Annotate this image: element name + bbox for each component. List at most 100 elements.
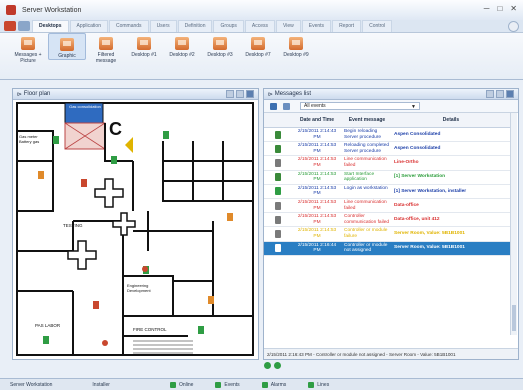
status-indicator[interactable]: Alarms [261,381,287,388]
pin-icon[interactable]: ⊳ [268,91,275,98]
event-filter-select[interactable]: All events ▼ [300,102,420,110]
panel-controls [226,90,254,98]
desktop-icon [137,37,151,50]
cell-event: Reloading completed Server procedure [344,143,390,154]
tab-report[interactable]: Report [332,20,362,32]
floor-plan-canvas[interactable]: C Gas consolidation Gas meter Battery ga… [13,101,258,359]
floor-plan-title: Floor plan [23,91,51,97]
status-ok-icon[interactable] [264,362,271,369]
ribbon-item-0[interactable]: Messages + Picture [10,33,46,64]
cell-date: 2/15/2011 2:14:53 PM [297,157,337,168]
status-text-left: Server Workstation [10,381,53,388]
status-dot-icon [215,381,222,388]
table-row[interactable]: 2/15/2011 2:14:53 PM Start Interface appl… [264,171,510,185]
maximize-icon[interactable]: □ [497,4,502,13]
plan-area-e: FIRE CONTROL [133,327,167,332]
row-icon-cell [264,199,292,212]
cell-event: Controller or module not assigned [344,242,388,254]
device-icon [275,201,281,210]
close-icon[interactable]: ✕ [510,4,517,13]
tab-groups[interactable]: Groups [213,20,244,32]
status-dot-icon [308,381,315,388]
table-row[interactable]: 2/15/2011 2:14:43 PM Begin reloading Serv… [264,128,510,143]
panel-max-icon[interactable] [496,90,504,98]
cell-date: 2/15/2011 2:14:53 PM [297,185,337,197]
app-icon [6,5,16,15]
status-left: Server Workstation [0,382,52,388]
table-row[interactable]: 2/15/2011 2:14:53 PM Line communication f… [264,199,510,214]
status-user: Installer [92,381,110,388]
tab-view[interactable]: View [276,20,301,32]
ribbon-item-6[interactable]: Desktop #7 [240,33,276,58]
column-header[interactable]: Details [392,113,510,127]
ribbon-item-5[interactable]: Desktop #3 [202,33,238,58]
app-menu-button[interactable] [4,21,16,31]
ribbon-item-label: Desktop #1 [131,52,157,58]
status-ok-icon[interactable] [274,362,281,369]
messages-table: Date and Time Event message Details 2/15/2… [264,113,510,256]
row-icon-cell [264,242,292,255]
column-header[interactable] [264,113,292,127]
status-indicator[interactable]: Lines [308,381,329,388]
panel-restore-icon[interactable] [486,90,494,98]
ribbon-item-2[interactable]: Filtered message [88,33,124,64]
ribbon-item-4[interactable]: Desktop #2 [164,33,200,58]
status-indicator[interactable]: Online [169,381,194,388]
refresh-icon[interactable] [270,102,277,110]
device-icon [275,215,281,224]
panel-close-icon[interactable] [246,90,254,98]
cell-date: 2/15/2011 2:14:53 PM [297,171,337,183]
ribbon-item-7[interactable]: Desktop #9 [278,33,314,58]
table-row[interactable]: 2/15/2011 2:14:53 PM Controller or module… [264,227,510,242]
table-row[interactable]: 2/15/2011 2:14:53 PM Login as workstation… [264,185,510,199]
table-row[interactable]: 2/15/2011 2:14:53 PM Reloading completed … [264,142,510,157]
tab-commands[interactable]: Commands [108,20,149,32]
desktop-icon [21,37,35,50]
help-icon[interactable] [508,21,519,32]
cell-date: 2/15/2011 2:14:53 PM [297,214,337,225]
panel-restore-icon[interactable] [226,90,234,98]
messages-title: Messages list [274,91,312,97]
panel-close-icon[interactable] [506,90,514,98]
message-status-line: 2/15/2011 2:16:43 PM - Controller or mod… [264,348,518,359]
ribbon-item-label: Desktop #9 [283,52,309,58]
status-indicator-label: Online [178,381,194,388]
column-header[interactable]: Event message [342,113,392,127]
panel-max-icon[interactable] [236,90,244,98]
minimize-icon[interactable]: ─ [484,4,490,13]
tab-users[interactable]: Users [149,20,177,32]
messages-scrollbar[interactable] [510,113,517,335]
pin-icon[interactable]: ⊳ [17,91,24,98]
tab-application[interactable]: Application [69,20,108,32]
messages-panel: ⊳ Messages list All events ▼ Date and Ti… [263,88,519,360]
cell-details: Server Room, Value: 5B1B1001 [394,231,465,237]
tab-control[interactable]: Control [362,20,393,32]
quick-access-button[interactable] [18,21,30,31]
ribbon-item-label: Filtered message [95,52,117,64]
ribbon-item-1[interactable]: Graphic [48,33,86,60]
tab-desktops[interactable]: Desktops [32,20,69,32]
cell-date: 2/15/2011 2:14:53 PM [297,199,337,211]
status-indicator-label: Alarms [270,381,287,388]
status-dot-icon [169,381,176,388]
row-icon-cell [264,128,292,141]
device-icon [275,244,281,253]
row-icon-cell [264,142,292,155]
tab-definition[interactable]: Definition [177,20,213,32]
cell-event: Start Interface application [344,171,375,183]
table-row[interactable]: 2/15/2011 2:14:53 PM Controller communica… [264,213,510,228]
table-row[interactable]: 2/15/2011 2:14:53 PM Line communication f… [264,156,510,171]
ribbon-item-3[interactable]: Desktop #1 [126,33,162,58]
status-indicator[interactable]: Events [215,381,240,388]
scrollbar-thumb[interactable] [512,305,516,331]
tab-access[interactable]: Access [244,20,276,32]
ribbon-item-label: Desktop #7 [245,52,271,58]
tab-events[interactable]: Events [301,20,332,32]
cell-event: Controller or module failure [344,228,388,239]
cell-details: Line-Ortho [394,160,419,166]
column-header[interactable]: Date and Time [292,113,342,127]
ribbon-item-label: Desktop #3 [207,52,233,58]
ribbon-item-label: Messages + Picture [14,52,42,64]
table-row[interactable]: 2/15/2011 2:16:44 PM Controller or module… [264,241,510,256]
settings-icon[interactable] [283,102,290,110]
